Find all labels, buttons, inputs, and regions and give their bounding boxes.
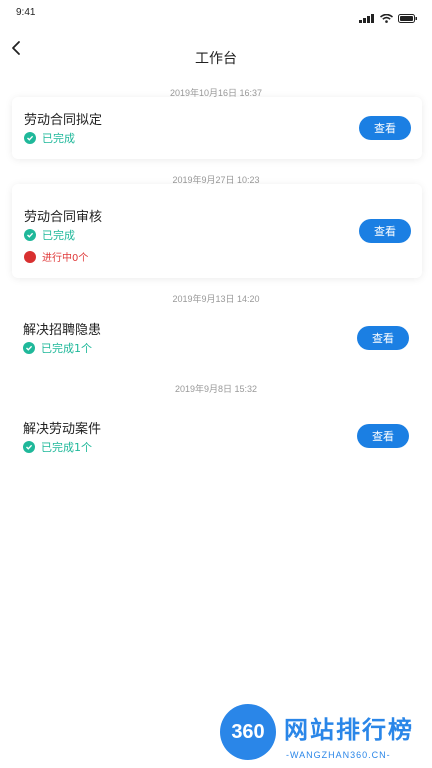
status-done: 已完成 [24,130,75,146]
wifi-icon [379,8,394,27]
status-text: 已完成 [42,229,75,242]
view-button[interactable]: 查看 [359,219,411,243]
timestamp: 2019年9月8日 15:32 [174,384,258,394]
status-icons [359,8,418,27]
status-text: 已完成1个 [41,441,92,454]
task-card: 劳动合同审核 已完成 进行中0个 查看 [12,184,422,278]
signal-icon [359,8,375,27]
status-time: 9:41 [16,7,36,18]
watermark-subtitle: -WANGZHAN360.CN- [286,750,391,760]
battery-icon [398,8,418,27]
status-text: 已完成 [42,132,75,145]
status-done: 已完成1个 [23,340,92,356]
task-card: 解决招聘隐患 已完成1个 查看 [12,305,422,369]
status-text: 进行中0个 [42,253,89,264]
view-button[interactable]: 查看 [359,116,411,140]
red-dot-icon [24,250,36,263]
timestamp: 2019年9月13日 14:20 [172,294,260,304]
check-circle-icon [24,229,36,241]
watermark-title: 网站排行榜 [284,716,414,744]
status-done: 已完成 [24,227,75,243]
task-card: 劳动合同拟定 已完成 查看 [12,97,422,159]
task-title: 劳动合同拟定 [24,113,103,128]
task-title: 解决招聘隐患 [23,323,102,338]
page-title: 工作台 [195,51,237,67]
task-card: 解决劳动案件 已完成1个 查看 [12,404,422,468]
status-done: 已完成1个 [23,439,92,455]
check-circle-icon [24,132,36,144]
status-bar: 9:41 [0,0,432,28]
watermark-badge: 360 [220,704,276,760]
task-title: 解决劳动案件 [23,422,102,437]
task-title: 劳动合同审核 [24,210,103,225]
check-circle-icon [23,342,35,354]
status-in-progress: 进行中0个 [24,249,88,264]
watermark-logo: 360 网站排行榜 -WANGZHAN360.CN- [220,704,430,766]
view-button[interactable]: 查看 [357,326,409,350]
status-text: 已完成1个 [41,342,92,355]
check-circle-icon [23,441,35,453]
view-button[interactable]: 查看 [357,424,409,448]
